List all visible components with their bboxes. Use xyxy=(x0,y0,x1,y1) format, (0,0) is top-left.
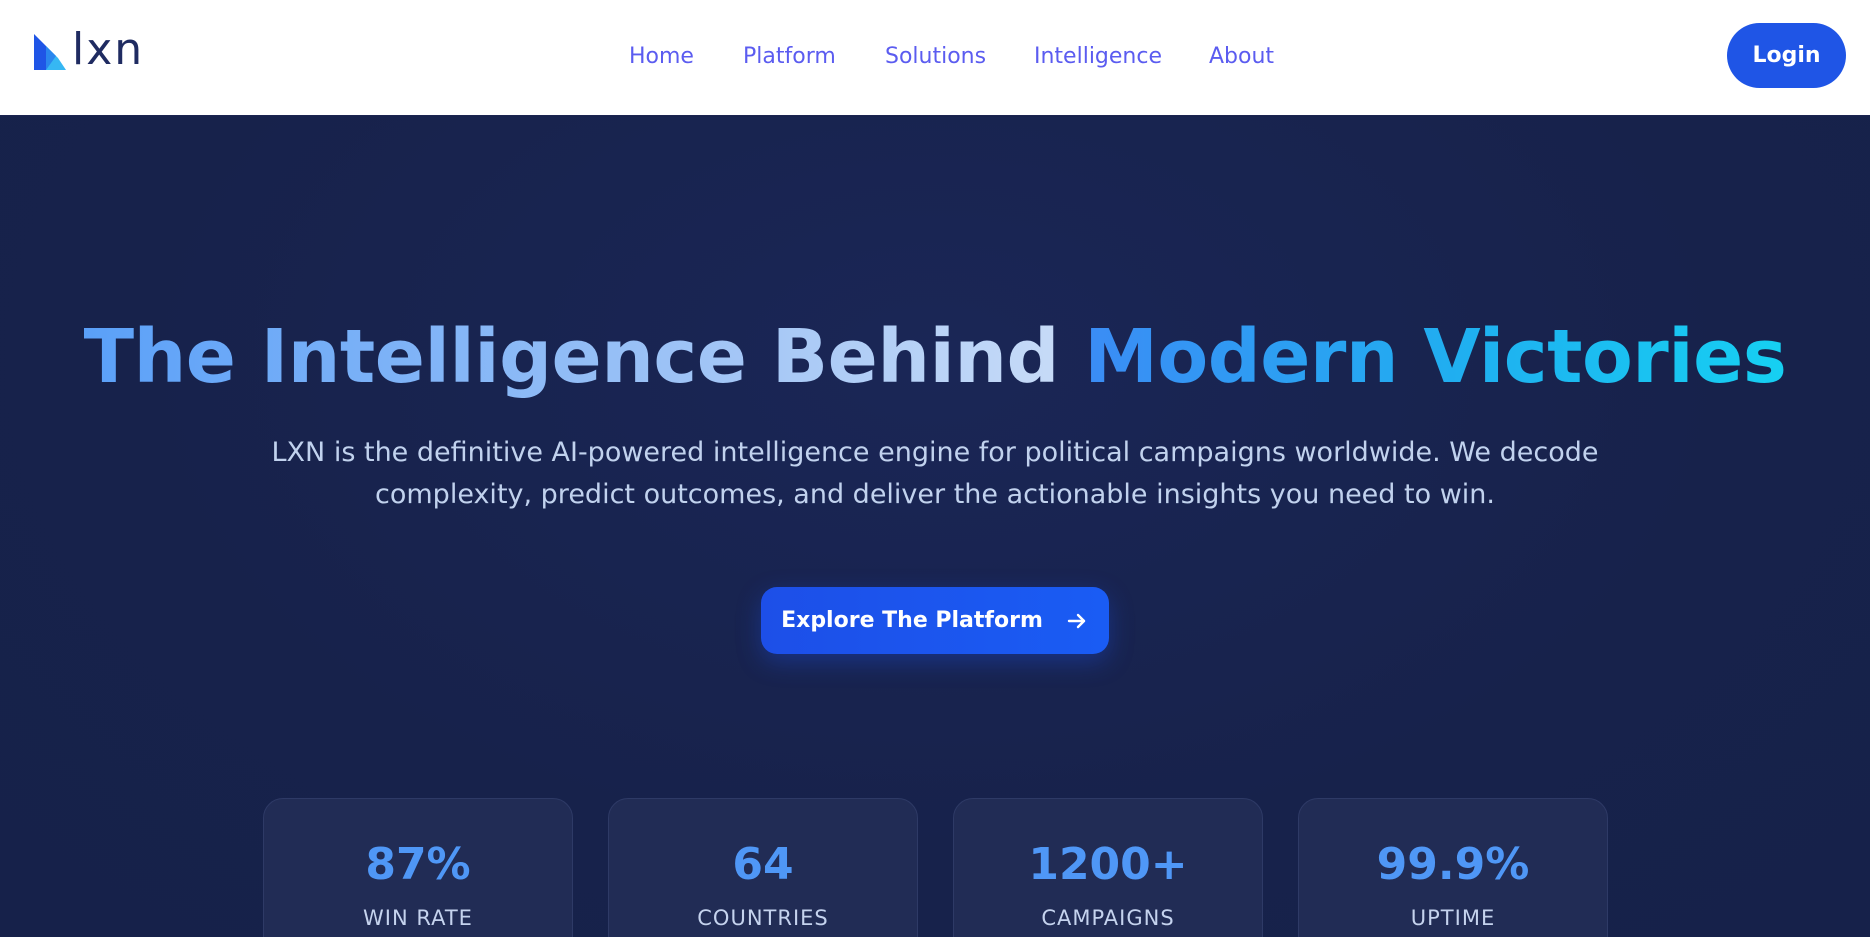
stat-card-countries: 64 COUNTRIES xyxy=(608,798,918,937)
stat-value: 64 xyxy=(732,839,794,890)
stat-label: COUNTRIES xyxy=(697,906,829,930)
hero-subtitle: LXN is the definitive AI-powered intelli… xyxy=(271,437,1599,510)
login-button[interactable]: Login xyxy=(1727,23,1846,88)
nav-intelligence[interactable]: Intelligence xyxy=(1034,42,1162,72)
stat-card-campaigns: 1200+ CAMPAIGNS xyxy=(953,798,1263,937)
nav-platform[interactable]: Platform xyxy=(743,42,836,72)
main-nav: Home Platform Solutions Intelligence Abo… xyxy=(0,0,1870,116)
navbar: lxn Home Platform Solutions Intelligence… xyxy=(0,0,1870,116)
hero-title: The Intelligence Behind Modern Victories xyxy=(0,312,1870,402)
stat-label: CAMPAIGNS xyxy=(1041,906,1175,930)
stat-card-uptime: 99.9% UPTIME xyxy=(1298,798,1608,937)
stat-label: WIN RATE xyxy=(363,906,473,930)
stat-value: 99.9% xyxy=(1376,839,1530,890)
nav-solutions[interactable]: Solutions xyxy=(885,42,986,72)
arrow-right-icon xyxy=(1065,609,1089,633)
stat-card-win-rate: 87% WIN RATE xyxy=(263,798,573,937)
stat-value: 1200+ xyxy=(1028,839,1188,890)
explore-platform-button[interactable]: Explore The Platform xyxy=(761,587,1109,654)
nav-home[interactable]: Home xyxy=(629,42,694,72)
hero-title-accent: Modern Victories xyxy=(1084,314,1787,400)
stat-value: 87% xyxy=(365,839,471,890)
cta-label: Explore The Platform xyxy=(781,608,1043,633)
hero-title-primary: The Intelligence Behind xyxy=(83,314,1085,400)
nav-about[interactable]: About xyxy=(1209,42,1274,72)
stat-label: UPTIME xyxy=(1410,906,1496,930)
